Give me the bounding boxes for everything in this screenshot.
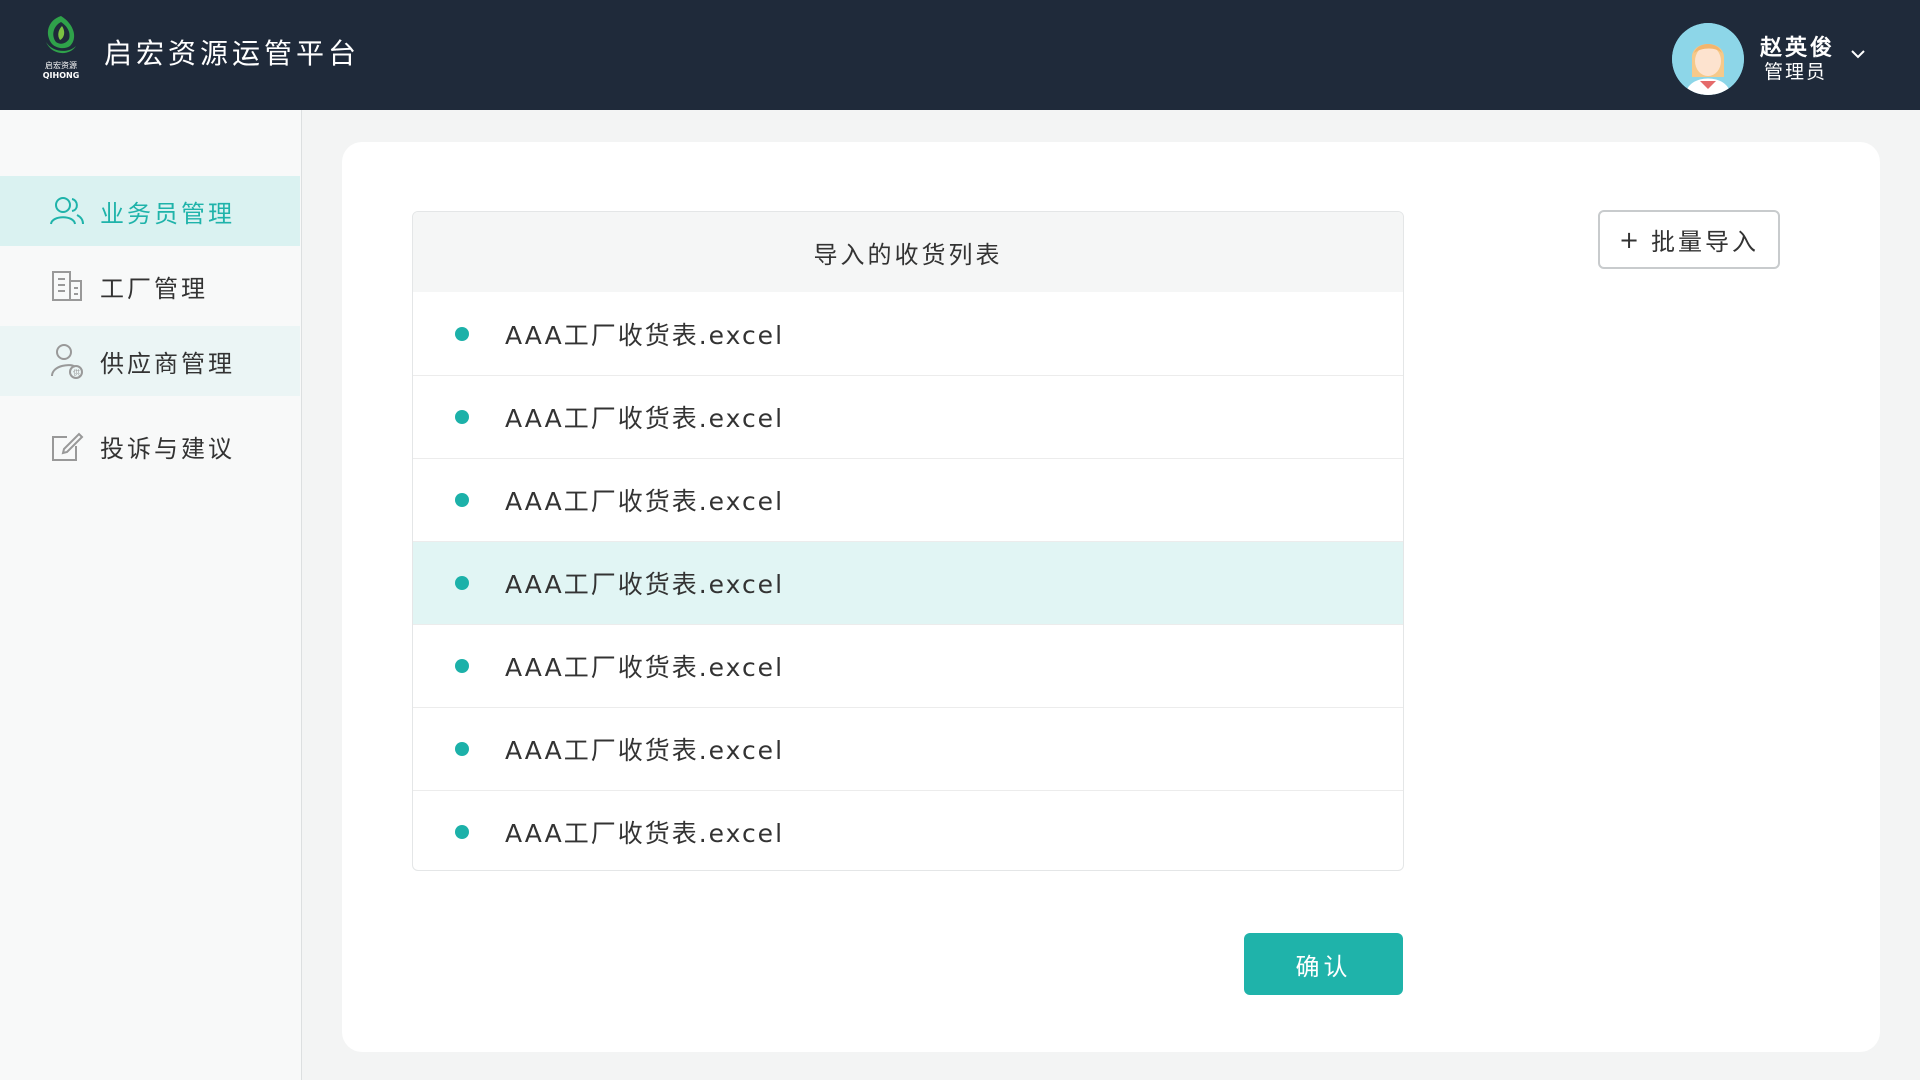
- file-name: AAA工厂收货表.excel: [505, 404, 785, 433]
- file-name: AAA工厂收货表.excel: [505, 570, 785, 599]
- list-row[interactable]: AAA工厂收货表.excel: [413, 375, 1403, 458]
- file-name: AAA工厂收货表.excel: [505, 736, 785, 765]
- file-name: AAA工厂收货表.excel: [505, 653, 785, 682]
- sidebar: 业务员管理 工厂管理 供 供应商管理 投诉与建议: [0, 110, 302, 1080]
- plus-icon: +: [1618, 225, 1640, 254]
- batch-import-button[interactable]: + 批量导入: [1598, 210, 1780, 269]
- app-title: 启宏资源运管平台: [104, 37, 361, 70]
- batch-import-label: 批量导入: [1651, 228, 1760, 256]
- sidebar-item-supplier[interactable]: 供 供应商管理: [0, 326, 300, 396]
- sidebar-item-label: 工厂管理: [100, 274, 208, 303]
- svg-text:供: 供: [73, 368, 80, 377]
- user-avatar[interactable]: [1672, 23, 1744, 95]
- list-row[interactable]: AAA工厂收货表.excel: [413, 790, 1403, 870]
- file-name: AAA工厂收货表.excel: [505, 819, 785, 848]
- list-row[interactable]: AAA工厂收货表.excel: [413, 541, 1403, 624]
- list-row[interactable]: AAA工厂收货表.excel: [413, 458, 1403, 541]
- list-row[interactable]: AAA工厂收货表.excel: [413, 292, 1403, 375]
- sidebar-item-label: 供应商管理: [100, 349, 235, 378]
- sidebar-item-factory[interactable]: 工厂管理: [0, 251, 300, 321]
- building-icon: [50, 269, 84, 303]
- leaf-logo-icon: [46, 16, 76, 54]
- list-title: 导入的收货列表: [413, 212, 1403, 292]
- bullet-dot-icon: [455, 493, 469, 507]
- logo-cn-text: 启宏资源: [45, 61, 77, 70]
- avatar-icon: [1672, 23, 1744, 95]
- bullet-dot-icon: [455, 659, 469, 673]
- logo-en-text: QIHONG: [42, 71, 80, 80]
- file-name: AAA工厂收货表.excel: [505, 320, 785, 350]
- bullet-dot-icon: [455, 576, 469, 590]
- top-header: 启宏资源 QIHONG 启宏资源运管平台 赵英俊 管理员: [0, 0, 1920, 110]
- sidebar-item-complaints[interactable]: 投诉与建议: [0, 411, 300, 481]
- bullet-dot-icon: [455, 410, 469, 424]
- confirm-button[interactable]: 确认: [1244, 933, 1403, 995]
- file-name: AAA工厂收货表.excel: [505, 487, 785, 516]
- bullet-dot-icon: [455, 326, 469, 341]
- bullet-dot-icon: [455, 825, 469, 839]
- user-role: 管理员: [1764, 61, 1828, 83]
- sidebar-item-label: 业务员管理: [100, 199, 235, 228]
- list-row[interactable]: AAA工厂收货表.excel: [413, 707, 1403, 790]
- app-logo: 启宏资源 QIHONG: [38, 12, 84, 86]
- bullet-dot-icon: [455, 742, 469, 756]
- imported-receipt-list: 导入的收货列表 AAA工厂收货表.excel AAA工厂收货表.excel AAA工…: [412, 211, 1404, 871]
- users-icon: [50, 194, 84, 228]
- chevron-down-icon[interactable]: [1850, 48, 1866, 60]
- sidebar-item-salesman[interactable]: 业务员管理: [0, 176, 300, 246]
- edit-icon: [50, 429, 84, 463]
- supplier-icon: 供: [50, 344, 84, 379]
- sidebar-item-label: 投诉与建议: [100, 434, 235, 463]
- list-row[interactable]: AAA工厂收货表.excel: [413, 624, 1403, 707]
